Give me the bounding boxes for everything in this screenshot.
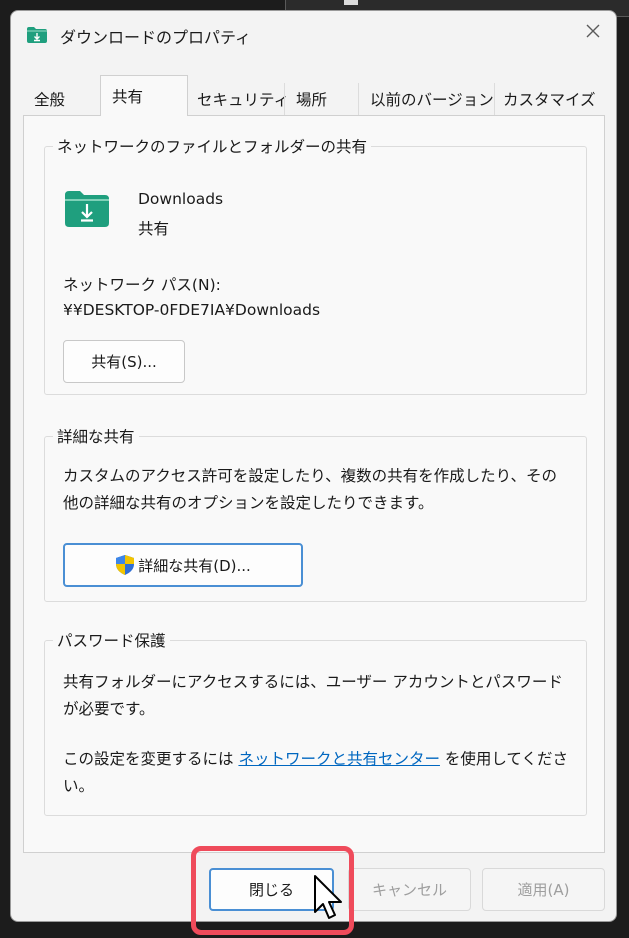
cancel-button-label: キャンセル [371,881,447,899]
cancel-button[interactable]: キャンセル [348,868,471,911]
tab-customize[interactable]: カスタマイズ [494,83,604,115]
share-button[interactable]: 共有(S)... [63,340,185,383]
tab-label: 共有 [112,88,144,106]
group-title: 詳細な共有 [53,425,139,447]
group-title: パスワード保護 [53,629,170,651]
network-sharing-center-link[interactable]: ネットワークと共有センター [238,750,440,768]
properties-dialog: ダウンロードのプロパティ 全般 共有 セキュリティ 場所 以前のバージョン カス… [10,10,617,922]
tab-label: セキュリティ [197,91,290,109]
title-bar: ダウンロードのプロパティ [11,11,616,55]
tab-general[interactable]: 全般 [23,83,103,115]
background-window-element [344,0,358,5]
tab-label: 以前のバージョン [370,91,494,109]
close-dialog-button-label: 閉じる [248,881,294,899]
tab-security[interactable]: セキュリティ [185,83,289,115]
share-button-label: 共有(S)... [91,353,157,371]
tab-label: 全般 [34,91,66,109]
password-protection-group: パスワード保護 共有フォルダーにアクセスするには、ユーザー アカウントとパスワー… [44,629,587,816]
password-protection-description: 共有フォルダーにアクセスするには、ユーザー アカウントとパスワードが必要です。 [63,673,563,718]
tab-previous-versions[interactable]: 以前のバージョン [358,83,494,115]
close-icon [585,23,601,43]
tab-location[interactable]: 場所 [284,83,358,115]
tab-label: カスタマイズ [503,91,596,109]
instruction-prefix: この設定を変更するには [63,750,239,768]
network-path-label: ネットワーク パス(N): [63,276,221,294]
apply-button[interactable]: 適用(A) [482,868,605,911]
download-folder-icon [26,26,48,48]
shared-folder-icon [64,190,110,232]
network-center-instruction: この設定を変更するには ネットワークと共有センター を使用してください。 [63,746,568,800]
advanced-sharing-button[interactable]: 詳細な共有(D)... [63,543,303,587]
tab-label: 場所 [296,91,328,109]
group-title: ネットワークのファイルとフォルダーの共有 [53,135,372,157]
tab-sharing[interactable]: 共有 [100,75,188,116]
network-path-value: ¥¥DESKTOP-0FDE7IA¥Downloads [63,301,321,319]
mouse-pointer-icon [313,874,345,932]
advanced-sharing-description: カスタムのアクセス許可を設定したり、複数の共有を作成したり、その他の詳細な共有の… [63,467,557,512]
share-status: 共有 [138,220,170,238]
network-sharing-group: ネットワークのファイルとフォルダーの共有 Downloads 共有 ネットワーク… [44,135,587,395]
folder-name: Downloads [138,190,224,208]
close-button[interactable] [570,11,616,55]
advanced-sharing-group: 詳細な共有 カスタムのアクセス許可を設定したり、複数の共有を作成したり、その他の… [44,425,587,602]
uac-shield-icon [115,554,135,576]
window-title: ダウンロードのプロパティ [60,28,252,47]
apply-button-label: 適用(A) [517,881,570,899]
sharing-tab-panel: ネットワークのファイルとフォルダーの共有 Downloads 共有 ネットワーク… [23,115,605,853]
advanced-sharing-button-label: 詳細な共有(D)... [138,556,251,575]
